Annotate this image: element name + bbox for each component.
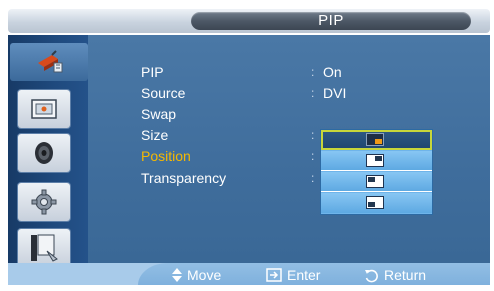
sidebar-item-picture[interactable] (18, 90, 70, 128)
position-option-bottom-left[interactable] (321, 193, 432, 213)
pip-top-left-icon (366, 175, 384, 188)
sidebar-item-setup[interactable] (18, 183, 70, 221)
colon-separator: : (311, 171, 315, 185)
menu-item-source[interactable]: Source (141, 85, 185, 101)
pip-osd-menu: PIP PIP: On Source: DVI Swap Size: Po… (0, 0, 494, 291)
enter-icon (266, 268, 282, 282)
return-icon (364, 268, 379, 283)
position-option-bottom-right[interactable] (321, 130, 432, 150)
menu-item-transparency[interactable]: Transparency (141, 170, 226, 186)
colon-separator: : (311, 128, 315, 142)
input-plug-icon (32, 49, 66, 75)
speaker-icon (29, 138, 59, 168)
sidebar-item-multi-control[interactable] (18, 229, 70, 267)
pip-bottom-right-icon (366, 133, 384, 146)
menu-item-swap[interactable]: Swap (141, 106, 176, 122)
setup-gear-icon (29, 187, 59, 217)
up-down-arrow-icon (172, 268, 182, 282)
move-label: Move (187, 267, 222, 283)
position-option-top-left[interactable] (321, 172, 432, 192)
source-value: DVI (323, 85, 347, 101)
sidebar-item-sound[interactable] (18, 134, 70, 172)
title-bar: PIP (8, 9, 490, 33)
enter-hint: Enter (266, 267, 320, 283)
colon-separator: : (311, 86, 315, 100)
picture-icon (29, 96, 59, 122)
return-label: Return (384, 267, 427, 283)
sidebar-item-input[interactable] (10, 43, 88, 81)
menu-item-pip[interactable]: PIP (141, 64, 164, 80)
colon-separator: : (311, 149, 315, 163)
page-title: PIP (191, 12, 471, 30)
move-hint: Move (172, 267, 221, 283)
return-hint: Return (364, 267, 426, 283)
position-option-list (320, 129, 433, 215)
colon-separator: : (311, 65, 315, 79)
multi-control-icon (27, 233, 61, 263)
pip-bottom-left-icon (366, 196, 384, 209)
pip-value: On (323, 64, 342, 80)
menu-item-position[interactable]: Position (141, 148, 191, 164)
position-option-top-right[interactable] (321, 151, 432, 171)
menu-item-size[interactable]: Size (141, 127, 168, 143)
pip-top-right-icon (366, 154, 384, 167)
enter-label: Enter (287, 267, 321, 283)
